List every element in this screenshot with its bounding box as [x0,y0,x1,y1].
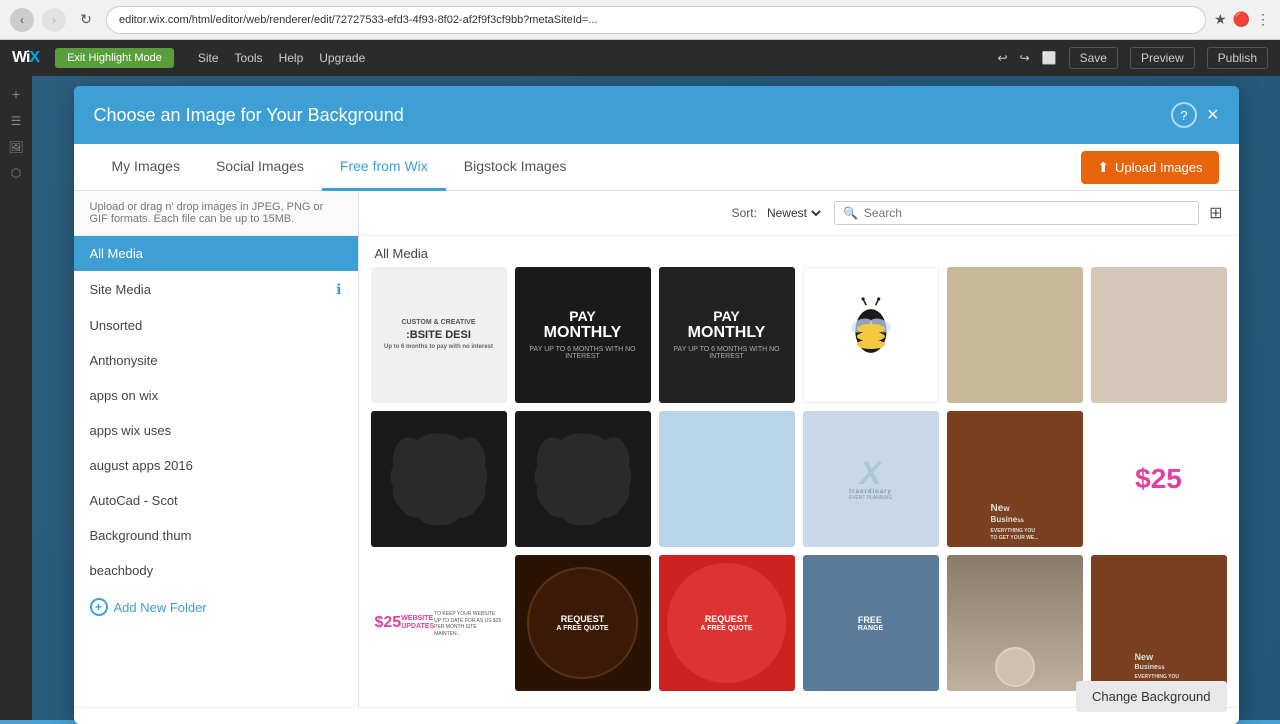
reload-button[interactable]: ↻ [74,8,98,32]
upload-icon: ⬆ [1097,159,1109,176]
toolbar-bg-icon[interactable]: 🖼 [8,140,23,154]
sidebar-item-august-apps[interactable]: august apps 2016 [74,448,358,483]
image-thumb[interactable]: CUSTOM & CREATIVE :BSITE DESI Up to 6 mo… [371,267,507,403]
tab-free-from-wix[interactable]: Free from Wix [322,144,446,191]
image-thumb[interactable]: X traordinary EVENT PLANNING [803,411,939,547]
editor-menu: Site Tools Help Upgrade [198,51,365,65]
tab-bigstock-images[interactable]: Bigstock Images [446,144,585,191]
modal-overlay: Choose an Image for Your Background ? × … [32,76,1280,720]
forward-button[interactable]: › [42,8,66,32]
wix-left-toolbar: + ☰ 🖼 ⬡ [0,76,32,720]
image-thumb[interactable]: PAY MONTHLY PAY UP TO 6 MONTHS WITH NO I… [515,267,651,403]
image-grid-inner: CUSTOM & CREATIVE :BSITE DESI Up to 6 mo… [371,267,1227,691]
info-icon: ℹ [336,281,341,298]
modal-help-button[interactable]: ? [1171,102,1197,128]
sidebar-item-site-media[interactable]: Site Media ℹ [74,271,358,308]
sidebar-item-unsorted[interactable]: Unsorted [74,308,358,343]
search-input[interactable] [864,206,1190,220]
search-container: 🔍 [834,201,1199,225]
image-thumb[interactable]: REQUEST A FREE QUOTE [659,555,795,691]
upload-hint: Upload or drag n' drop images in JPEG, P… [74,191,358,236]
sort-row: Sort: Newest Oldest Name [732,205,824,221]
image-thumb[interactable] [947,267,1083,403]
sort-select[interactable]: Newest Oldest Name [763,205,824,221]
image-thumb[interactable]: PAY MONTHLY PAY UP TO 6 MONTHS WITH NO I… [659,267,795,403]
toolbar-apps-icon[interactable]: ⬡ [11,166,21,180]
upload-images-button[interactable]: ⬆ Upload Images [1081,151,1218,184]
save-button[interactable]: Save [1069,47,1118,69]
sidebar-item-anthonysite[interactable]: Anthonysite [74,343,358,378]
redo-button[interactable]: ↪ [1020,51,1030,65]
modal-body: Upload or drag n' drop images in JPEG, P… [74,191,1239,707]
site-menu-item[interactable]: Site [198,51,219,65]
image-thumb[interactable]: FREE RANGE [803,555,939,691]
change-background-button[interactable]: Change Background [1076,681,1227,712]
toolbar-add-icon[interactable]: + [12,86,20,102]
back-button[interactable]: ‹ [10,8,34,32]
content-area: Sort: Newest Oldest Name 🔍 ⊞ All Med [359,191,1239,707]
image-thumb[interactable] [659,411,795,547]
add-new-folder-button[interactable]: + Add New Folder [74,588,358,626]
image-thumb[interactable]: New Business EVERYTHING YOU TO GET YOUR … [947,411,1083,547]
help-menu-item[interactable]: Help [279,51,304,65]
image-chooser-modal: Choose an Image for Your Background ? × … [74,86,1239,724]
publish-button[interactable]: Publish [1207,47,1268,69]
sidebar-item-all-media[interactable]: All Media [74,236,358,271]
editor-right-actions: ↩ ↪ ⬜ Save Preview Publish [998,47,1268,69]
image-thumb[interactable] [947,555,1083,691]
preview-button[interactable]: Preview [1130,47,1195,69]
left-panel: Upload or drag n' drop images in JPEG, P… [74,191,359,707]
wix-logo: WiX [12,49,39,67]
address-bar: editor.wix.com/html/editor/web/renderer/… [106,6,1206,34]
browser-icons: ★ 🔴 ⋮ [1214,11,1270,28]
sidebar-item-apps-wix-uses[interactable]: apps wix uses [74,413,358,448]
sort-label: Sort: [732,206,757,220]
browser-chrome: ‹ › ↻ editor.wix.com/html/editor/web/ren… [0,0,1280,40]
section-label: All Media [359,236,1239,267]
tab-my-images[interactable]: My Images [94,144,198,191]
image-thumb[interactable]: New Business EVERYTHING YOU TO GET YOUR … [1091,555,1227,691]
image-grid: CUSTOM & CREATIVE :BSITE DESI Up to 6 mo… [359,267,1239,707]
sidebar-item-beachbody[interactable]: beachbody [74,553,358,588]
image-thumb[interactable]: $25 WEBSITE UPDATES TO KEEP YOUR WEBSITE… [371,555,507,691]
modal-title: Choose an Image for Your Background [94,105,404,126]
modal-header: Choose an Image for Your Background ? × [74,86,1239,144]
sidebar-item-apps-on-wix[interactable]: apps on wix [74,378,358,413]
modal-close-button[interactable]: × [1207,105,1219,125]
upgrade-menu-item[interactable]: Upgrade [319,51,365,65]
toolbar-pages-icon[interactable]: ☰ [11,114,22,128]
image-thumb[interactable]: REQUEST A FREE QUOTE [515,555,651,691]
modal-footer: Change Background [74,707,1239,724]
modal-header-actions: ? × [1171,102,1219,128]
settings-icon[interactable]: ⋮ [1256,11,1270,28]
modal-tab-bar: My Images Social Images Free from Wix Bi… [74,144,1239,191]
bee-illustration [824,288,918,382]
sidebar-item-autocad[interactable]: AutoCad - Scot [74,483,358,518]
exit-highlight-mode-button[interactable]: Exit Highlight Mode [55,48,174,68]
sidebar-item-background-thum[interactable]: Background thum [74,518,358,553]
image-thumb[interactable]: $25 [1091,411,1227,547]
badge-shape-2 [532,428,634,530]
tools-menu-item[interactable]: Tools [235,51,263,65]
wix-editor-bar: WiX Exit Highlight Mode Site Tools Help … [0,40,1280,76]
bookmark-icon[interactable]: ★ [1214,11,1227,28]
image-thumb[interactable] [803,267,939,403]
add-folder-icon: + [90,598,108,616]
grid-view-button[interactable]: ⊞ [1209,203,1222,223]
tab-social-images[interactable]: Social Images [198,144,322,191]
image-thumb[interactable] [515,411,651,547]
extension-icon[interactable]: 🔴 [1233,11,1250,28]
image-thumb[interactable] [371,411,507,547]
search-icon: 🔍 [843,206,858,220]
content-header: Sort: Newest Oldest Name 🔍 ⊞ [359,191,1239,236]
badge-shape [388,428,490,530]
device-toggle-button[interactable]: ⬜ [1042,51,1057,65]
undo-button[interactable]: ↩ [998,51,1008,65]
image-thumb[interactable] [1091,267,1227,403]
